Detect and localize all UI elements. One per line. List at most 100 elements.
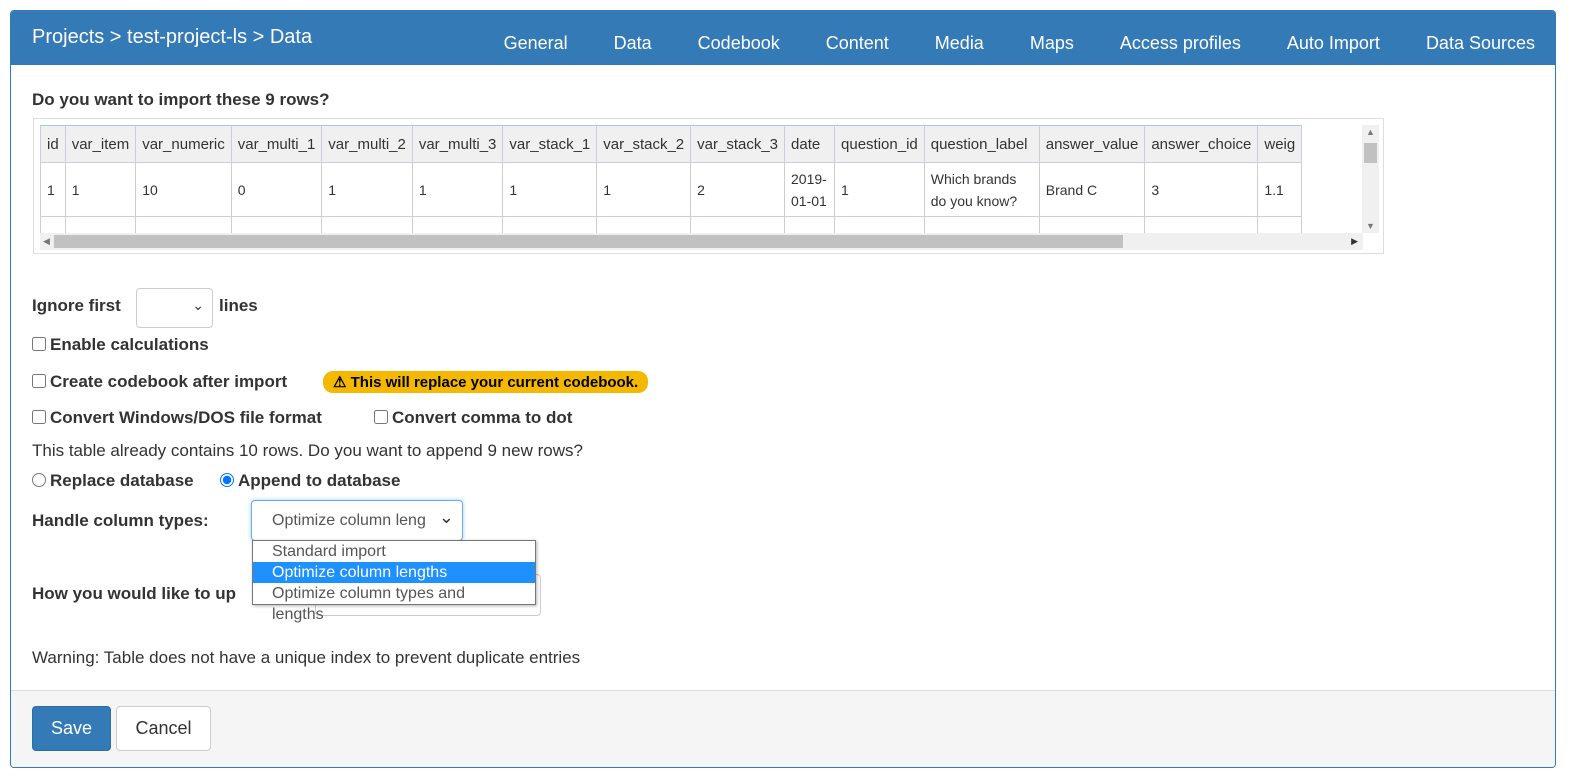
replace-database-option[interactable]: Replace database	[32, 471, 194, 491]
column-header: var_numeric	[135, 125, 232, 163]
tab-access-profiles[interactable]: Access profiles	[1120, 33, 1241, 54]
import-question: Do you want to import these 9 rows?	[32, 90, 330, 109]
table-cell: Which brands do you know?	[923, 162, 1040, 217]
create-codebook-option[interactable]: Create codebook after import	[32, 372, 287, 392]
column-header: weig	[1257, 125, 1303, 163]
enable-calculations-checkbox[interactable]	[32, 337, 46, 351]
table-cell: Which brands	[923, 216, 1040, 233]
data-import-panel: Projects > test-project-ls > Data Genera…	[10, 10, 1556, 768]
column-header: answer_value	[1038, 125, 1146, 163]
warning-icon: ⚠	[333, 374, 347, 391]
enable-calculations-option[interactable]: Enable calculations	[32, 335, 209, 355]
handle-types-label: Handle column types:	[32, 511, 209, 530]
breadcrumb: Projects > test-project-ls > Data	[32, 26, 313, 48]
nav-tabs: General Data Codebook Content Media Maps…	[458, 33, 1535, 54]
table-cell	[40, 216, 66, 233]
column-header: var_item	[64, 125, 137, 163]
panel-header: Projects > test-project-ls > Data Genera…	[11, 11, 1555, 65]
table-cell	[834, 216, 925, 233]
column-header: var_stack_2	[596, 125, 692, 163]
convert-dos-checkbox[interactable]	[32, 410, 46, 424]
tab-content[interactable]: Content	[826, 33, 889, 54]
preview-table: id var_item var_numeric var_multi_1 var_mult…	[40, 125, 1303, 233]
tab-general[interactable]: General	[504, 33, 568, 54]
column-header: var_stack_3	[690, 125, 786, 163]
column-header: answer_choice	[1144, 125, 1259, 163]
table-cell	[230, 216, 323, 233]
table-cell: 1	[834, 162, 925, 217]
table-row: 1 1 10 0 1 1 1 1 2 2019-01-01 1 Which brands do you…	[40, 162, 1303, 217]
table-cell	[321, 216, 413, 233]
table-cell: 1	[411, 162, 504, 217]
table-cell: 10	[135, 162, 232, 217]
tab-data-sources[interactable]: Data Sources	[1426, 33, 1535, 54]
ignore-first-select[interactable]: ⌄	[136, 288, 213, 328]
codebook-warning-badge: ⚠ This will replace your current codeboo…	[323, 371, 649, 393]
column-header: date	[784, 125, 836, 163]
table-cell	[411, 216, 504, 233]
table-cell: 1	[321, 162, 413, 217]
option-optimize-lengths[interactable]: Optimize column lengths	[253, 562, 535, 583]
tab-auto-import[interactable]: Auto Import	[1287, 33, 1380, 54]
horizontal-scrollbar[interactable]: ◀ ▶	[40, 233, 1363, 250]
handle-types-dropdown: Standard import Optimize column lengths …	[252, 540, 536, 623]
duplicate-warning: Warning: Table does not have a unique in…	[32, 648, 581, 667]
convert-comma-checkbox[interactable]	[374, 410, 388, 424]
table-cell: 1	[502, 162, 598, 217]
column-header: question_id	[834, 125, 925, 163]
scroll-up-icon[interactable]: ▲	[1366, 127, 1375, 137]
column-header: var_multi_1	[230, 125, 323, 163]
append-database-radio[interactable]	[220, 473, 234, 487]
table-row: 2019- Which brands	[40, 216, 1303, 233]
lines-label: lines	[219, 296, 258, 315]
table-cell: 0	[230, 162, 323, 217]
save-button[interactable]: Save	[32, 706, 111, 751]
create-codebook-checkbox[interactable]	[32, 374, 46, 388]
tab-data[interactable]: Data	[614, 33, 652, 54]
replace-database-radio[interactable]	[32, 473, 46, 487]
update-label: How you would like to up	[32, 584, 236, 603]
column-header: var_multi_3	[411, 125, 504, 163]
ignore-first-label: Ignore first	[32, 296, 121, 315]
table-cell: 2	[690, 162, 786, 217]
column-header: question_label	[923, 125, 1040, 163]
scroll-left-icon[interactable]: ◀	[43, 236, 50, 247]
table-cell: 1.1	[1257, 162, 1303, 217]
table-cell	[596, 216, 692, 233]
convert-dos-option[interactable]: Convert Windows/DOS file format	[32, 408, 322, 428]
table-cell: 1	[40, 162, 66, 217]
chevron-down-icon: ⌄	[438, 507, 454, 527]
tab-maps[interactable]: Maps	[1030, 33, 1074, 54]
preview-table-container: id var_item var_numeric var_multi_1 var_mult…	[33, 118, 1384, 254]
option-optimize-types-lengths[interactable]: Optimize column types and lengths	[253, 583, 535, 623]
table-cell	[135, 216, 232, 233]
table-cell	[502, 216, 598, 233]
table-cell	[1038, 216, 1146, 233]
convert-comma-option[interactable]: Convert comma to dot	[374, 408, 572, 428]
option-standard-import[interactable]: Standard import	[253, 541, 535, 562]
table-cell	[690, 216, 786, 233]
append-info-text: This table already contains 10 rows. Do …	[32, 441, 583, 460]
append-database-option[interactable]: Append to database	[220, 471, 400, 491]
table-cell	[1144, 216, 1259, 233]
vertical-scrollbar[interactable]: ▲ ▼	[1362, 125, 1379, 233]
chevron-down-icon: ⌄	[192, 297, 204, 313]
tab-media[interactable]: Media	[935, 33, 984, 54]
panel-footer: Save Cancel	[11, 690, 1555, 767]
table-cell: 3	[1144, 162, 1259, 217]
table-cell: 1	[596, 162, 692, 217]
table-cell	[64, 216, 137, 233]
table-cell: Brand C	[1038, 162, 1146, 217]
column-header: id	[40, 125, 66, 163]
table-cell: 2019-	[784, 216, 836, 233]
scroll-right-icon[interactable]: ▶	[1351, 236, 1358, 247]
column-header: var_stack_1	[502, 125, 598, 163]
scroll-down-icon[interactable]: ▼	[1366, 221, 1375, 231]
table-cell	[1257, 216, 1303, 233]
handle-types-select[interactable]: Optimize column leng ⌄	[251, 500, 463, 541]
column-header: var_multi_2	[321, 125, 413, 163]
table-cell: 2019-01-01	[784, 162, 836, 217]
cancel-button[interactable]: Cancel	[116, 706, 211, 751]
table-cell: 1	[64, 162, 137, 217]
tab-codebook[interactable]: Codebook	[698, 33, 780, 54]
